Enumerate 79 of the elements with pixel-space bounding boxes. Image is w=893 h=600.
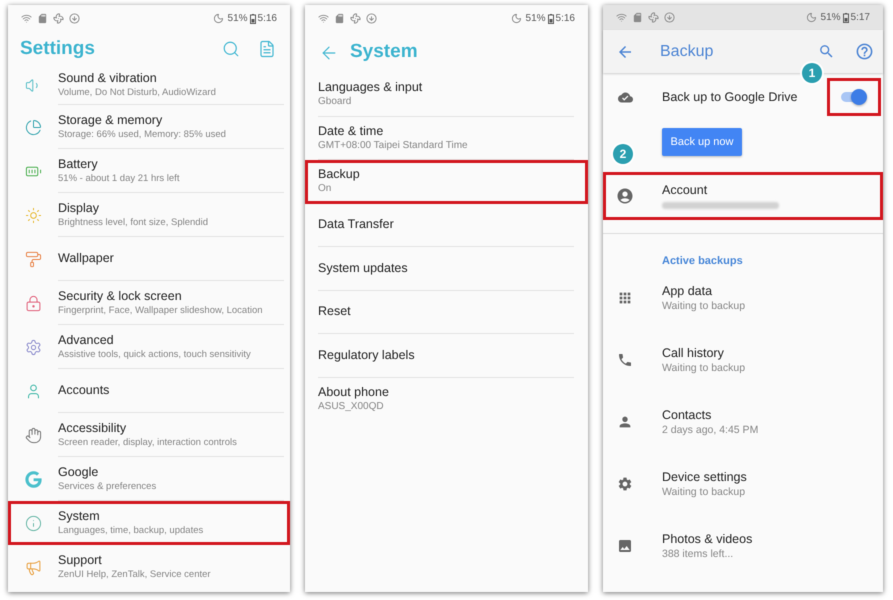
fan-icon xyxy=(648,12,659,23)
pie-chart-icon xyxy=(24,118,42,136)
download-icon xyxy=(366,13,377,24)
backup-item[interactable]: Photos & videos 388 items left... xyxy=(603,515,883,577)
lock-icon xyxy=(24,294,42,312)
g-logo-icon xyxy=(24,470,42,488)
settings-item[interactable]: Backup On xyxy=(305,160,588,204)
backup-item[interactable]: Contacts 2 days ago, 4:45 PM xyxy=(603,391,883,453)
settings-item[interactable]: Google Services & preferences xyxy=(8,457,290,501)
screen-title: Backup xyxy=(660,42,714,62)
gear-icon xyxy=(24,338,42,356)
settings-item[interactable]: Security & lock screen Fingerprint, Face, Wallpaper slideshow, Location xyxy=(8,281,290,325)
callout-badge: 2 xyxy=(613,144,633,164)
phone-icon xyxy=(617,352,633,368)
battery-percent: 51% xyxy=(228,12,248,24)
backup-item[interactable]: Call history Waiting to backup xyxy=(603,329,883,391)
info-icon xyxy=(24,514,42,532)
screen-title: Settings xyxy=(20,36,95,61)
screen-title: System xyxy=(350,40,418,64)
settings-item[interactable]: Wallpaper xyxy=(8,237,290,281)
sd-card-icon xyxy=(632,12,643,23)
megaphone-icon xyxy=(24,558,42,576)
account-icon xyxy=(616,187,634,205)
settings-item[interactable]: Accessibility Screen reader, display, interaction controls xyxy=(8,413,290,457)
clock-time: 5:16 xyxy=(556,12,575,24)
battery-icon xyxy=(842,12,849,22)
clock-time: 5:16 xyxy=(258,12,277,24)
callout-badge: 1 xyxy=(802,63,822,83)
settings-item[interactable]: Regulatory labels xyxy=(305,334,588,378)
person-icon xyxy=(617,414,633,430)
settings-item[interactable]: System updates xyxy=(305,247,588,290)
battery-icon xyxy=(548,14,554,24)
settings-item[interactable]: About phone ASUS_X00QD xyxy=(305,378,588,421)
wifi-icon xyxy=(318,13,329,24)
backup-now-button[interactable]: Back up now xyxy=(662,128,742,156)
settings-item[interactable]: System Languages, time, backup, updates xyxy=(8,501,290,545)
download-icon xyxy=(664,12,675,23)
help-icon[interactable] xyxy=(855,42,874,61)
sun-icon xyxy=(24,206,42,224)
download-icon xyxy=(69,13,80,24)
wifi-icon xyxy=(616,12,627,23)
grid-icon xyxy=(617,290,633,306)
gear-icon xyxy=(617,476,633,492)
sd-card-icon xyxy=(37,13,48,24)
wifi-icon xyxy=(21,13,32,24)
image-icon xyxy=(617,538,633,554)
moon-icon xyxy=(510,13,522,24)
settings-item[interactable]: Reset xyxy=(305,290,588,334)
settings-item[interactable]: Battery 51% - about 1 day 21 hrs left xyxy=(8,149,290,193)
section-title: Active backups xyxy=(662,255,743,267)
moon-icon xyxy=(212,13,224,24)
settings-item[interactable]: Accounts xyxy=(8,369,290,413)
sd-card-icon xyxy=(334,13,345,24)
backup-item[interactable]: Device settings Waiting to backup xyxy=(603,453,883,515)
settings-item[interactable]: Data Transfer xyxy=(305,204,588,247)
battery-percent: 51% xyxy=(820,12,841,24)
paint-roller-icon xyxy=(24,250,42,268)
moon-icon xyxy=(806,12,817,23)
search-icon[interactable] xyxy=(222,40,240,58)
settings-item[interactable]: Display Brightness level, font size, Splendid xyxy=(8,193,290,237)
fan-icon xyxy=(53,13,64,24)
settings-item[interactable]: Date & time GMT+08:00 Taipei Standard Time xyxy=(305,116,588,160)
search-icon[interactable] xyxy=(818,43,835,60)
settings-item[interactable]: Storage & memory Storage: 66% used, Memory: 85% used xyxy=(8,105,290,149)
toggle-switch[interactable] xyxy=(841,89,867,105)
fan-icon xyxy=(350,13,361,24)
backup-item[interactable]: App data Waiting to backup xyxy=(603,267,883,329)
clock-time: 5:17 xyxy=(850,12,870,24)
battery-icon xyxy=(250,14,256,24)
cloud-check-icon xyxy=(618,90,633,104)
hand-icon xyxy=(24,426,42,444)
battery-percent: 51% xyxy=(526,12,546,24)
setting-label: Back up to Google Drive xyxy=(662,88,798,106)
settings-item[interactable]: Sound & vibration Volume, Do Not Disturb, AudioWizard xyxy=(8,66,290,105)
document-icon[interactable] xyxy=(258,40,276,58)
settings-item[interactable]: Support ZenUI Help, ZenTalk, Service center xyxy=(8,545,290,589)
account-item[interactable]: Account xyxy=(603,172,883,220)
settings-item[interactable]: Languages & input Gboard xyxy=(305,73,588,116)
settings-item[interactable]: Advanced Assistive tools, quick actions, touch sensitivity xyxy=(8,325,290,369)
